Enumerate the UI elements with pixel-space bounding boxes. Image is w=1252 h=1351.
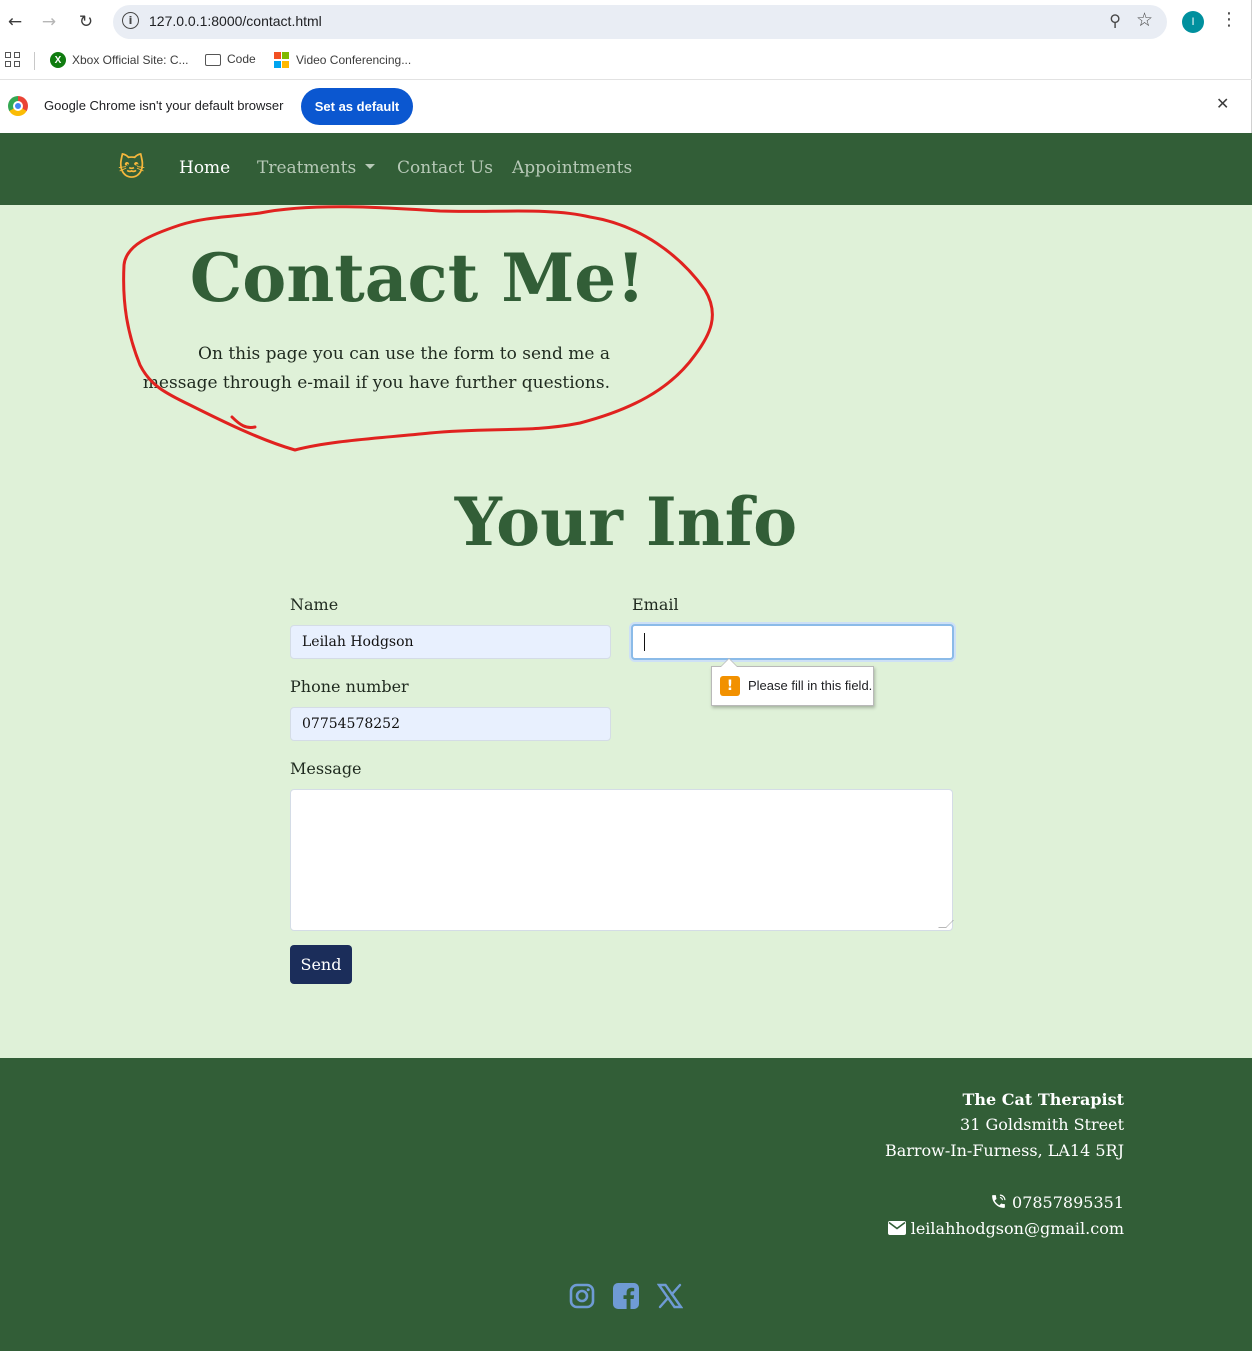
bookmarks-separator (34, 52, 35, 70)
footer-business-name: The Cat Therapist (962, 1090, 1124, 1109)
name-label: Name (290, 595, 339, 614)
x-twitter-icon[interactable] (656, 1282, 684, 1310)
email-label: Email (632, 595, 679, 614)
message-textarea[interactable] (290, 789, 954, 931)
close-icon[interactable]: ✕ (1216, 94, 1229, 113)
microsoft-icon (274, 52, 290, 68)
set-as-default-button[interactable]: Set as default (301, 88, 413, 125)
validation-message: Please fill in this field. (748, 678, 873, 693)
red-circle-annotation (122, 205, 714, 452)
site-info-icon[interactable]: i (122, 12, 139, 29)
phone-label: Phone number (290, 677, 409, 696)
caret-down-icon (365, 164, 376, 169)
envelope-icon (887, 1221, 906, 1235)
site-footer: The Cat Therapist 31 Goldsmith Street Ba… (0, 1058, 1252, 1351)
footer-email-value: leilahhodgson@gmail.com (910, 1219, 1124, 1238)
nav-treatments-label: Treatments (257, 158, 357, 178)
folder-icon (205, 54, 221, 66)
cat-face-icon[interactable]: 🐱 (118, 153, 145, 183)
nav-appointments[interactable]: Appointments (512, 158, 632, 178)
profile-avatar[interactable]: I (1182, 11, 1204, 33)
nav-contact-us[interactable]: Contact Us (397, 158, 493, 178)
bookmark-label: Code (227, 52, 256, 66)
url-text[interactable]: 127.0.0.1:8000/contact.html (149, 13, 322, 29)
browser-chrome: ← → ↻ i 127.0.0.1:8000/contact.html ⚲ ☆ … (0, 0, 1252, 133)
email-input[interactable] (631, 624, 954, 660)
footer-city: Barrow-In-Furness, LA14 5RJ (884, 1141, 1124, 1160)
resize-handle-icon[interactable] (938, 920, 954, 928)
nav-treatments[interactable]: Treatments (257, 158, 376, 178)
bookmark-code[interactable]: Code (205, 52, 256, 66)
message-label: Message (290, 759, 362, 778)
zoom-icon[interactable]: ⚲ (1109, 11, 1121, 30)
browser-toolbar: ← → ↻ i 127.0.0.1:8000/contact.html ⚲ ☆ … (0, 0, 1252, 44)
warning-icon: ! (720, 676, 740, 696)
phone-input[interactable]: 07754578252 (290, 707, 611, 741)
bookmark-video-conferencing[interactable]: Video Conferencing... (274, 52, 411, 68)
default-browser-infobar: Google Chrome isn't your default browser… (0, 80, 1252, 133)
back-arrow-icon[interactable]: ← (2, 9, 28, 35)
footer-phone: 07857895351 (990, 1193, 1124, 1212)
address-bar[interactable]: i 127.0.0.1:8000/contact.html ⚲ ☆ (113, 5, 1167, 39)
phone-icon (992, 1194, 1006, 1208)
form-title: Your Info (454, 483, 798, 561)
footer-phone-value: 07857895351 (1012, 1193, 1124, 1212)
footer-email: leilahhodgson@gmail.com (887, 1219, 1124, 1238)
text-cursor (644, 633, 645, 651)
bookmark-star-icon[interactable]: ☆ (1136, 9, 1153, 31)
infobar-message: Google Chrome isn't your default browser (44, 98, 284, 113)
send-button[interactable]: Send (290, 945, 352, 984)
reload-icon[interactable]: ↻ (73, 9, 99, 35)
bookmark-label: Xbox Official Site: C... (72, 53, 189, 67)
footer-street: 31 Goldsmith Street (960, 1115, 1124, 1134)
validation-tooltip: ! Please fill in this field. (711, 658, 874, 706)
facebook-icon[interactable] (612, 1282, 640, 1310)
menu-kebab-icon[interactable]: ⋮ (1220, 9, 1238, 30)
xbox-icon: X (50, 52, 66, 68)
bookmarks-bar: X Xbox Official Site: C... Code Video Co… (0, 44, 1252, 80)
bookmark-label: Video Conferencing... (296, 53, 412, 67)
forward-arrow-icon[interactable]: → (36, 9, 62, 35)
apps-grid-icon[interactable] (5, 52, 20, 67)
instagram-icon[interactable] (568, 1282, 596, 1310)
name-input[interactable]: Leilah Hodgson (290, 625, 611, 659)
nav-home[interactable]: Home (179, 158, 230, 178)
chrome-logo-icon (8, 96, 28, 116)
social-links (0, 1282, 1252, 1310)
bookmark-xbox[interactable]: X Xbox Official Site: C... (50, 52, 189, 68)
